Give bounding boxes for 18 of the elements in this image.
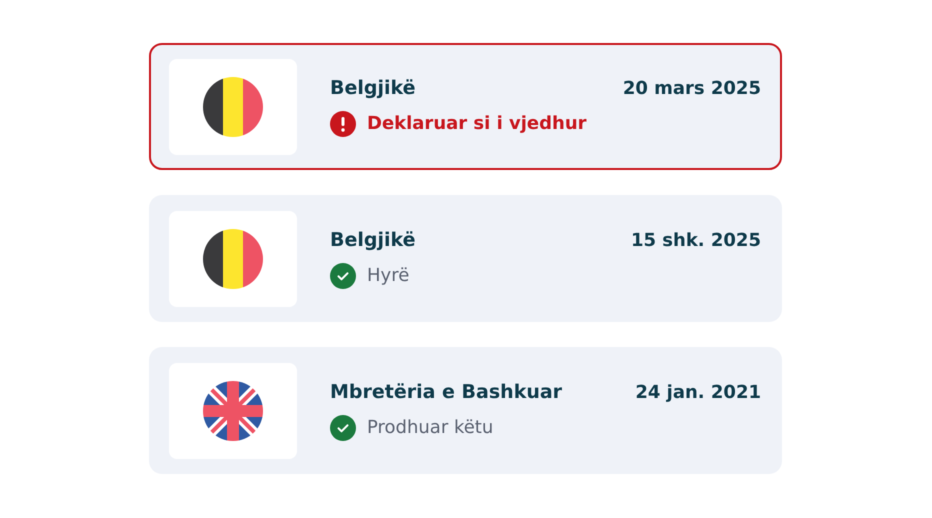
british-flag-icon xyxy=(203,380,263,440)
check-icon xyxy=(330,414,356,440)
record-card[interactable]: Mbretëria e Bashkuar 24 jan. 2021 Prodhuar këtu xyxy=(149,347,782,474)
status-text: Deklaruar si i vjedhur xyxy=(367,113,587,134)
country-name: Mbretëria e Bashkuar xyxy=(330,380,562,402)
record-date: 20 mars 2025 xyxy=(622,78,761,98)
status-text: Prodhuar këtu xyxy=(367,417,494,438)
alert-icon xyxy=(330,110,356,136)
record-card[interactable]: Belgjikë 20 mars 2025 Deklaruar si i vjedhur xyxy=(149,43,782,170)
belgian-flag-icon xyxy=(203,228,263,288)
record-date: 15 shk. 2025 xyxy=(630,230,761,250)
check-icon xyxy=(330,262,356,288)
record-card[interactable]: Belgjikë 15 shk. 2025 Hyrë xyxy=(149,195,782,322)
record-date: 24 jan. 2021 xyxy=(635,382,761,402)
country-name: Belgjikë xyxy=(330,228,416,250)
country-name: Belgjikë xyxy=(330,76,416,98)
belgian-flag-icon xyxy=(203,76,263,136)
status-text: Hyrë xyxy=(367,265,410,286)
